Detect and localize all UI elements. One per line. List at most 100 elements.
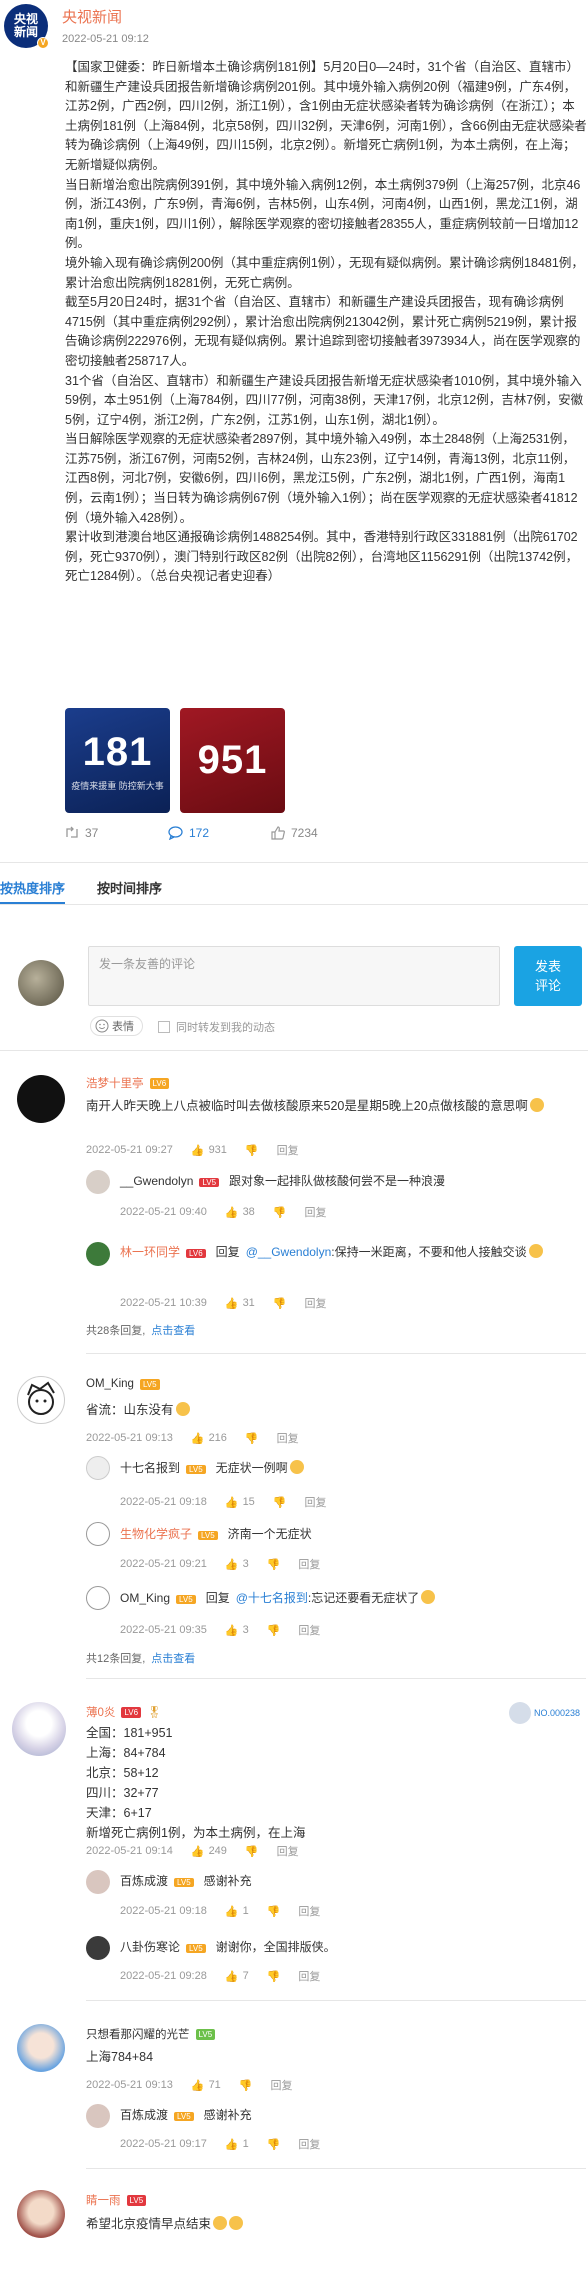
checkbox-box[interactable]: [158, 1021, 170, 1033]
sub-like-button[interactable]: 👍 7: [225, 1970, 249, 1983]
dislike-icon[interactable]: 👎: [273, 1206, 287, 1219]
dislike-icon[interactable]: 👎: [245, 1432, 259, 1445]
emoji-button[interactable]: 表情: [90, 1016, 143, 1036]
sub-comment-avatar[interactable]: [86, 2104, 110, 2128]
post-image-1[interactable]: 181 疫情来援重 防控新大事: [65, 708, 170, 813]
comment-text: 上海784+84: [86, 2050, 154, 2064]
sub-author-name[interactable]: 百炼成渡: [120, 2108, 168, 2122]
emoji-icon: [213, 2216, 228, 2230]
comment-avatar[interactable]: [17, 2024, 65, 2072]
mention-link[interactable]: @十七名报到: [236, 1591, 308, 1605]
dislike-icon[interactable]: 👎: [239, 2079, 253, 2092]
comment-author-name[interactable]: OM_King: [86, 1378, 134, 1390]
post-image-2[interactable]: 951: [180, 708, 285, 813]
comment-author-name[interactable]: 薄0炎: [86, 1704, 115, 1720]
sub-author-name[interactable]: OM_King: [120, 1591, 170, 1605]
like-count: 7: [242, 1970, 249, 1982]
comment-author-name[interactable]: 睛一雨: [86, 2192, 121, 2208]
dislike-icon[interactable]: 👎: [267, 1905, 281, 1918]
author-avatar[interactable]: 央视 新闻 V: [4, 4, 49, 49]
reply-button[interactable]: 回复: [305, 1204, 327, 1220]
comment-author: 睛一雨 LV5: [86, 2192, 147, 2208]
comment-time: 2022-05-21 09:13: [86, 2079, 173, 2091]
like-button[interactable]: 7234: [271, 826, 374, 840]
more-replies: 共28条回复, 点击查看: [86, 1322, 195, 1338]
sub-like-button[interactable]: 👍 3: [225, 1624, 249, 1637]
reply-button[interactable]: 回复: [305, 1494, 327, 1510]
reply-button[interactable]: 回复: [298, 1968, 320, 1984]
repost-button[interactable]: 37: [65, 826, 168, 840]
thumbs-up-icon: 👍: [190, 1845, 205, 1858]
dislike-icon[interactable]: 👎: [267, 2138, 281, 2151]
reply-button[interactable]: 回复: [298, 1622, 320, 1638]
comment-avatar[interactable]: [17, 2190, 65, 2238]
comment-like-button[interactable]: 👍 931: [191, 1144, 227, 1157]
tab-sort-time[interactable]: 按时间排序: [97, 874, 162, 904]
comment-button[interactable]: 172: [168, 826, 271, 840]
sub-comment-avatar[interactable]: [86, 1456, 110, 1480]
post-author-name[interactable]: 央视新闻: [62, 6, 122, 27]
dislike-icon[interactable]: 👎: [267, 1970, 281, 1983]
reply-button[interactable]: 回复: [305, 1295, 327, 1311]
comment-avatar[interactable]: [17, 1075, 65, 1123]
comment-avatar[interactable]: [12, 1702, 66, 1756]
send-comment-button[interactable]: 发表 评论: [514, 946, 582, 1006]
avatar-text-2: 新闻: [13, 25, 38, 39]
sub-comment-avatar[interactable]: [86, 1936, 110, 1960]
dislike-icon[interactable]: 👎: [273, 1297, 287, 1310]
like-count: 71: [208, 2079, 221, 2091]
reply-button[interactable]: 回复: [277, 1843, 299, 1859]
comment-like-button[interactable]: 👍 216: [191, 1432, 227, 1445]
divider: [0, 1050, 588, 1051]
comment-avatar[interactable]: [17, 1376, 65, 1424]
reply-button[interactable]: 回复: [271, 2077, 293, 2093]
tab-sort-hot[interactable]: 按热度排序: [0, 874, 66, 904]
divider: [86, 2168, 586, 2169]
level-badge: LV5: [186, 1944, 206, 1953]
comment-like-button[interactable]: 👍 249: [191, 1845, 227, 1858]
dislike-icon[interactable]: 👎: [273, 1496, 287, 1509]
sub-like-button[interactable]: 👍 31: [225, 1297, 255, 1310]
comment-meta: 2022-05-21 09:13 👍 71 👎 回复: [86, 2077, 293, 2093]
dislike-icon[interactable]: 👎: [267, 1558, 281, 1571]
mention-link[interactable]: @__Gwendolyn: [246, 1245, 332, 1259]
reply-button[interactable]: 回复: [298, 1556, 320, 1572]
sub-author-name[interactable]: 生物化学疯子: [120, 1527, 192, 1541]
sub-like-button[interactable]: 👍 1: [225, 2138, 249, 2151]
view-more-link[interactable]: 点击查看: [151, 1325, 195, 1337]
comment-author-name[interactable]: 浩梦十里亭: [86, 1075, 144, 1091]
sub-comment-meta: 2022-05-21 09:35 👍 3 👎 回复: [120, 1622, 320, 1638]
sub-like-button[interactable]: 👍 3: [225, 1558, 249, 1571]
reply-button[interactable]: 回复: [298, 2136, 320, 2152]
sub-comment-avatar[interactable]: [86, 1586, 110, 1610]
sub-comment-avatar[interactable]: [86, 1170, 110, 1194]
dislike-icon[interactable]: 👎: [245, 1845, 259, 1858]
sub-comment-avatar[interactable]: [86, 1522, 110, 1546]
sub-author-name[interactable]: 八卦伤寒论: [120, 1940, 180, 1954]
comment-input[interactable]: 发一条友善的评论: [88, 946, 500, 1006]
sub-author-name[interactable]: __Gwendolyn: [120, 1174, 193, 1188]
sub-comment-meta: 2022-05-21 09:17 👍 1 👎 回复: [120, 2136, 320, 2152]
reply-button[interactable]: 回复: [277, 1430, 299, 1446]
view-more-link[interactable]: 点击查看: [151, 1653, 195, 1665]
sub-comment-text: 跟对象一起排队做核酸何尝不是一种浪漫: [229, 1174, 446, 1188]
dislike-icon[interactable]: 👎: [267, 1624, 281, 1637]
sub-like-button[interactable]: 👍 1: [225, 1905, 249, 1918]
reply-button[interactable]: 回复: [277, 1142, 299, 1158]
reply-button[interactable]: 回复: [298, 1903, 320, 1919]
medal-icon: 🎖: [147, 1707, 162, 1719]
sub-author-name[interactable]: 林一环同学: [120, 1245, 180, 1259]
sub-comment-avatar[interactable]: [86, 1870, 110, 1894]
sort-tabs: 按热度排序 按时间排序: [0, 874, 194, 904]
sub-author-name[interactable]: 百炼成渡: [120, 1874, 168, 1888]
comment-like-button[interactable]: 👍 71: [191, 2079, 221, 2092]
comment-author-name[interactable]: 只想看那闪耀的光芒: [86, 2026, 190, 2042]
dislike-icon[interactable]: 👎: [245, 1144, 259, 1157]
repost-checkbox[interactable]: 同时转发到我的动态: [158, 1019, 275, 1035]
sub-comment-avatar[interactable]: [86, 1242, 110, 1266]
thumbs-up-icon: 👍: [224, 1297, 239, 1310]
emoji-label: 表情: [112, 1021, 134, 1033]
sub-like-button[interactable]: 👍 38: [225, 1206, 255, 1219]
sub-author-name[interactable]: 十七名报到: [120, 1461, 180, 1475]
sub-like-button[interactable]: 👍 15: [225, 1496, 255, 1509]
